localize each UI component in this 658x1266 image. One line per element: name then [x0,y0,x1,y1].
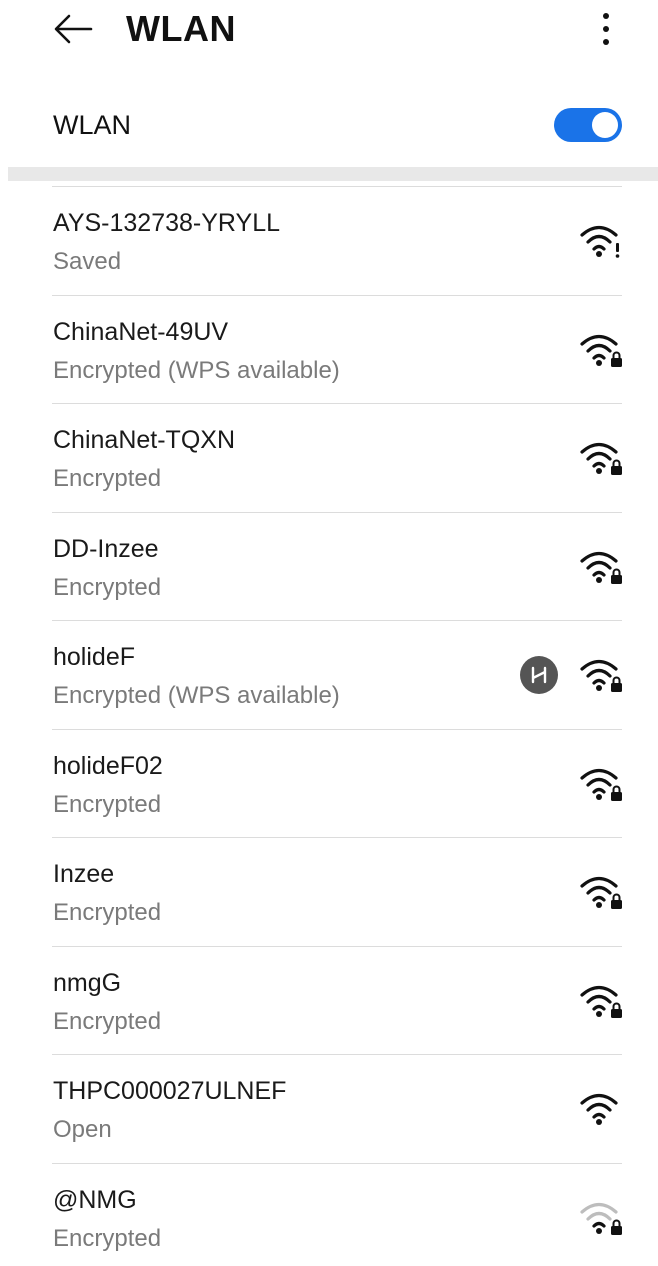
network-name: holideF [53,643,135,671]
network-name: ChinaNet-49UV [53,317,229,346]
wlan-toggle-row[interactable]: WLAN [0,90,658,160]
network-status: Encrypted [53,465,162,492]
wlan-switch[interactable] [554,108,622,142]
network-item[interactable]: holideF02 Encrypted [0,730,658,839]
page-title: WLAN [126,8,236,49]
wifi-lock-icon [580,442,622,475]
network-name: @NMG [53,1185,137,1214]
network-status: Encrypted (WPS available) [53,356,340,384]
wlan-toggle-label: WLAN [53,110,132,140]
network-item[interactable]: AYS-132738-YRYLL Saved [0,187,658,296]
wifi-lock-icon [580,876,622,909]
network-item[interactable]: nmgG Encrypted [0,947,658,1056]
network-item[interactable]: holideF Encrypted (WPS available) [0,621,658,730]
section-divider [8,167,658,181]
wifi-lock-icon [580,985,622,1018]
wifi-lock-icon [580,551,622,584]
more-vertical-icon [603,13,609,19]
network-status: Encrypted [53,573,162,601]
network-name: Inzee [53,860,115,888]
network-status: Encrypted (WPS available) [53,682,340,709]
network-name: AYS-132738-YRYLL [53,209,281,237]
network-status: Encrypted [53,1224,162,1252]
network-item[interactable]: THPC000027ULNEF Open [0,1055,658,1164]
network-item[interactable]: Inzee Encrypted [0,838,658,947]
network-list: AYS-132738-YRYLL Saved ChinaNet-49UV Encryp… [0,187,658,1266]
switch-knob [592,112,618,138]
network-name: DD-Inzee [53,534,159,563]
wifi-lock-icon [580,768,622,801]
network-item[interactable]: ChinaNet-49UV Encrypted (WPS available) [0,296,658,405]
network-status: Encrypted [53,1007,162,1035]
back-button[interactable] [50,6,96,52]
hilink-icon [520,656,558,694]
wifi-lock-icon [580,334,622,367]
wifi-alert-icon [580,225,620,258]
network-item[interactable]: DD-Inzee Encrypted [0,513,658,622]
app-bar: WLAN [0,0,658,62]
wifi-lock-icon [580,659,622,692]
network-name: holideF02 [53,751,163,780]
wifi-lock-icon [580,1202,622,1235]
network-item[interactable]: ChinaNet-TQXN Encrypted [0,404,658,513]
network-name: nmgG [53,968,122,997]
network-status: Saved [53,248,122,275]
network-status: Encrypted [53,790,162,818]
back-arrow-icon [54,14,93,44]
more-options-button[interactable] [590,6,622,52]
network-status: Encrypted [53,899,162,926]
wifi-icon [580,1093,618,1125]
network-name: ChinaNet-TQXN [53,426,235,454]
network-status: Open [53,1116,112,1143]
network-name: THPC000027ULNEF [53,1077,287,1105]
network-item[interactable]: @NMG Encrypted [0,1164,658,1266]
